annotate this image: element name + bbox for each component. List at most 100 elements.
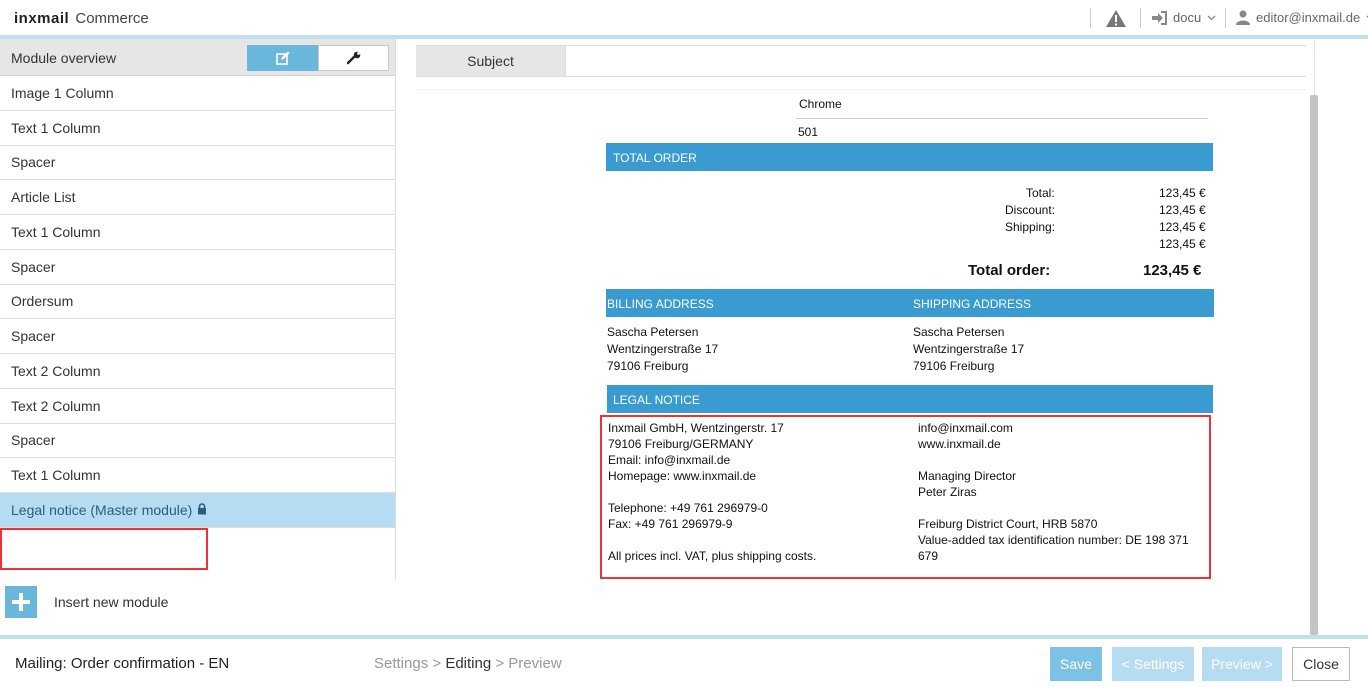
module-label: Text 2 Column bbox=[11, 362, 101, 379]
browser-label: Chrome bbox=[799, 97, 842, 111]
preview-button[interactable]: Preview > bbox=[1202, 647, 1282, 681]
save-button[interactable]: Save bbox=[1050, 647, 1102, 681]
legal-line: Value-added tax identification number: D… bbox=[918, 533, 1189, 547]
total-label: Total: bbox=[1026, 186, 1055, 200]
divider bbox=[796, 118, 1208, 119]
module-item[interactable]: Text 1 Column bbox=[0, 111, 395, 146]
settings-mode-button[interactable] bbox=[318, 45, 389, 71]
module-label: Text 2 Column bbox=[11, 397, 101, 414]
legal-line: 79106 Freiburg/GERMANY bbox=[608, 437, 754, 451]
module-item[interactable]: Spacer bbox=[0, 146, 395, 181]
module-overview-header: Module overview bbox=[0, 39, 395, 76]
heading-text: LEGAL NOTICE bbox=[613, 393, 700, 407]
discount-value: 123,45 € bbox=[1159, 203, 1206, 217]
lock-icon bbox=[197, 502, 207, 518]
warning-icon bbox=[1106, 10, 1126, 27]
shipping-heading: SHIPPING ADDRESS bbox=[913, 297, 1032, 311]
legal-line: Peter Ziras bbox=[918, 485, 977, 499]
shipping-label: Shipping: bbox=[1005, 220, 1056, 234]
billing-city: 79106 Freiburg bbox=[607, 359, 689, 373]
docu-menu[interactable]: docu bbox=[1151, 10, 1216, 25]
subject-input[interactable] bbox=[567, 46, 1306, 76]
shipping-city: 79106 Freiburg bbox=[913, 359, 995, 373]
email-preview[interactable]: Chrome 501 TOTAL ORDER Total: 123,45 € D… bbox=[606, 95, 1216, 635]
total-order-heading: TOTAL ORDER bbox=[606, 143, 1213, 171]
module-label: Legal notice (Master module) bbox=[11, 501, 193, 518]
module-item[interactable]: Image 1 Column bbox=[0, 76, 395, 111]
shipping-value: 123,45 € bbox=[1159, 220, 1206, 234]
warning-button[interactable] bbox=[1105, 9, 1127, 28]
edit-icon bbox=[275, 51, 289, 65]
module-label: Spacer bbox=[11, 432, 56, 449]
legal-line: Email: info@inxmail.de bbox=[608, 453, 731, 467]
app-footer: Mailing: Order confirmation - EN Setting… bbox=[0, 639, 1368, 687]
module-label: Ordersum bbox=[11, 293, 74, 310]
module-overview-title: Module overview bbox=[11, 50, 117, 66]
legal-line: Inxmail GmbH, Wentzingerstr. 17 bbox=[608, 421, 784, 435]
app-logo[interactable]: inxmail Commerce bbox=[14, 10, 149, 27]
step-editing: Editing bbox=[445, 655, 492, 672]
module-label: Text 1 Column bbox=[11, 119, 101, 136]
divider bbox=[416, 89, 1306, 90]
billing-street: Wentzingerstraße 17 bbox=[607, 342, 719, 356]
billing-name: Sascha Petersen bbox=[607, 325, 699, 339]
header-divider bbox=[1140, 8, 1141, 28]
module-item-legal-notice[interactable]: Legal notice (Master module) bbox=[0, 493, 395, 528]
legal-line: Managing Director bbox=[918, 469, 1017, 483]
module-item[interactable]: Spacer bbox=[0, 319, 395, 354]
module-item[interactable]: Text 2 Column bbox=[0, 354, 395, 389]
legal-notice-heading: LEGAL NOTICE bbox=[607, 385, 1213, 413]
close-button[interactable]: Close bbox=[1292, 647, 1350, 681]
module-item[interactable]: Text 1 Column bbox=[0, 215, 395, 250]
module-item[interactable]: Article List bbox=[0, 180, 395, 215]
user-icon bbox=[1236, 10, 1250, 25]
insert-module-button[interactable] bbox=[5, 586, 37, 618]
legal-line: Fax: +49 761 296979-9 bbox=[608, 517, 733, 531]
step-preview[interactable]: Preview bbox=[508, 655, 561, 672]
step-separator: > bbox=[432, 655, 442, 672]
step-separator: > bbox=[495, 655, 505, 672]
chevron-down-icon bbox=[1207, 15, 1216, 20]
legal-line: All prices incl. VAT, plus shipping cost… bbox=[608, 549, 817, 563]
legal-line: www.inxmail.de bbox=[918, 437, 1001, 451]
module-label: Text 1 Column bbox=[11, 467, 101, 484]
grand-total-label: Total order: bbox=[968, 262, 1051, 279]
edit-mode-button[interactable] bbox=[247, 45, 318, 71]
insert-module-label[interactable]: Insert new module bbox=[54, 594, 168, 610]
plus-icon bbox=[12, 593, 30, 611]
back-to-settings-button[interactable]: < Settings bbox=[1112, 647, 1194, 681]
sign-in-icon bbox=[1152, 10, 1167, 25]
total-value: 123,45 € bbox=[1159, 186, 1206, 200]
module-item[interactable]: Text 2 Column bbox=[0, 389, 395, 424]
heading-text: TOTAL ORDER bbox=[613, 151, 697, 165]
billing-heading: BILLING ADDRESS bbox=[607, 297, 714, 311]
module-item[interactable]: Ordersum bbox=[0, 285, 395, 320]
legal-line: Telephone: +49 761 296979-0 bbox=[608, 501, 768, 515]
address-heading-band: BILLING ADDRESS SHIPPING ADDRESS bbox=[606, 289, 1214, 317]
module-label: Spacer bbox=[11, 154, 56, 171]
module-item[interactable]: Text 1 Column bbox=[0, 458, 395, 493]
shipping-name: Sascha Petersen bbox=[913, 325, 1005, 339]
module-label: Spacer bbox=[11, 258, 56, 275]
mailing-title: Mailing: Order confirmation - EN bbox=[15, 655, 230, 672]
number-value: 501 bbox=[798, 125, 819, 139]
brand-name: inxmail bbox=[14, 10, 70, 27]
highlight-frame bbox=[0, 528, 208, 570]
app-header: inxmail Commerce docu editor@inxmail.de bbox=[0, 0, 1368, 35]
module-item[interactable]: Spacer bbox=[0, 424, 395, 459]
legal-line: 679 bbox=[918, 549, 939, 563]
legal-line: Homepage: www.inxmail.de bbox=[608, 469, 757, 483]
insert-module: Insert new module bbox=[5, 586, 168, 618]
module-label: Text 1 Column bbox=[11, 223, 101, 240]
step-settings[interactable]: Settings bbox=[374, 655, 428, 672]
user-menu[interactable]: editor@inxmail.de bbox=[1236, 10, 1368, 25]
vertical-scrollbar[interactable] bbox=[1310, 95, 1318, 635]
header-divider bbox=[1225, 8, 1226, 28]
module-panel: Module overview Image 1 Column Text 1 Co… bbox=[0, 39, 396, 580]
shipping-street: Wentzingerstraße 17 bbox=[913, 342, 1025, 356]
module-list: Image 1 Column Text 1 Column Spacer Arti… bbox=[0, 76, 395, 528]
workflow-steps: Settings > Editing > Preview bbox=[374, 655, 562, 672]
header-divider bbox=[1090, 8, 1091, 28]
module-item[interactable]: Spacer bbox=[0, 250, 395, 285]
grand-total-value: 123,45 € bbox=[1143, 262, 1202, 279]
